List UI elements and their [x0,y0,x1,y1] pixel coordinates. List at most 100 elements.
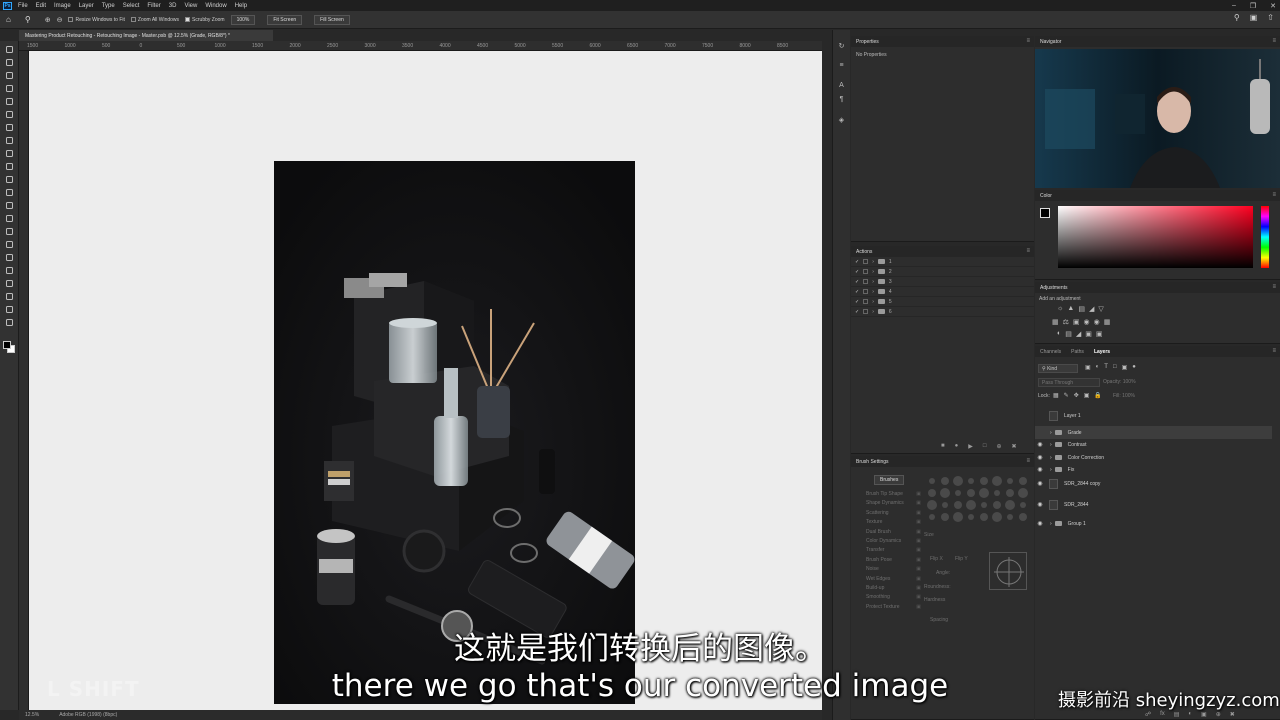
fill-screen-button[interactable]: Fill Screen [314,14,350,25]
document-tab[interactable]: Mastering Product Retouching - Retouchin… [19,30,273,41]
brush-tip-preset[interactable] [942,502,948,508]
dialog-toggle-icon[interactable] [863,309,869,314]
brush-tip-preset[interactable] [967,489,975,497]
lock-artboard-icon[interactable]: ▣ [1084,392,1090,399]
adjustment-layer-icon[interactable]: ◐ [1188,711,1192,718]
layer-filter-kind[interactable]: ⚲ Kind [1038,364,1078,373]
fill-field[interactable]: Fill: 100% [1113,393,1135,399]
brushes-button[interactable]: Brushes [874,475,905,485]
brush-option[interactable]: Build-up ▣ [866,585,921,594]
new-set-icon[interactable]: □ [983,443,987,450]
menu-image[interactable]: Image [54,3,71,9]
action-set-row[interactable]: ✓ › 1 [851,257,1034,267]
canvas-area[interactable] [29,51,822,710]
type-tool-icon[interactable] [5,253,14,262]
brush-option[interactable]: Protect Texture ▣ [866,604,921,613]
zoom-out-icon[interactable]: ⊖ [57,16,63,24]
stamp-tool-icon[interactable] [5,162,14,171]
eye-icon[interactable]: ◉ [1035,480,1045,487]
delete-icon[interactable]: ✖ [1012,443,1017,450]
brush-tip-preset[interactable] [954,501,962,509]
layer-row[interactable]: ◉ SDR_2844 [1035,498,1272,511]
play-icon[interactable]: ▶ [968,443,973,450]
check-icon[interactable]: ✓ [855,279,859,285]
properties-title[interactable]: Properties [856,39,879,45]
lasso-tool-icon[interactable] [5,71,14,80]
status-zoom[interactable]: 12.5% [25,712,39,718]
brush-tip-preset[interactable] [1019,477,1027,485]
brush-tip-preset[interactable] [980,513,988,521]
check-icon[interactable]: ✓ [855,269,859,275]
brush-tip-preset[interactable] [1007,478,1013,484]
brush-tip-grid[interactable] [924,474,1029,526]
tab-paths[interactable]: Paths [1071,349,1084,357]
pen-tool-icon[interactable] [5,240,14,249]
lock-icon[interactable]: ▣ [916,557,921,563]
lock-icon[interactable]: ▣ [916,519,921,525]
zoom-in-icon[interactable]: ⊕ [45,16,51,24]
lock-icon[interactable]: ▣ [916,529,921,535]
brush-tip-preset[interactable] [980,477,988,485]
eye-icon[interactable]: ◉ [1035,454,1045,461]
brush-tip-preset[interactable] [994,490,1000,496]
brush-tip-preset[interactable] [968,514,974,520]
action-set-row[interactable]: ✓ › 5 [851,297,1034,307]
menu-view[interactable]: View [184,3,197,9]
brush-option[interactable]: Wet Edges ▣ [866,576,921,585]
panel-menu-icon[interactable]: ≡ [1272,284,1276,290]
character-icon[interactable]: A [837,82,846,91]
layer-row[interactable]: ◉ SDR_2844 copy [1035,477,1272,490]
brush-tip-preset[interactable] [1018,488,1028,498]
dodge-tool-icon[interactable] [5,227,14,236]
smart-filter-icon[interactable]: ▣ [1122,364,1128,371]
share-icon[interactable]: ⇧ [1267,13,1274,22]
vibrance-icon[interactable]: ▽ [1098,305,1103,313]
brush-option[interactable]: Dual Brush ▣ [866,529,921,538]
flip-x-label[interactable]: Flip X [930,556,943,562]
frame-tool-icon[interactable] [5,110,14,119]
gradient-map-icon[interactable]: ▣ [1085,330,1092,338]
lock-icon[interactable]: ▣ [916,576,921,582]
menu-type[interactable]: Type [102,3,115,9]
menu-select[interactable]: Select [123,3,140,9]
brush-tip-preset[interactable] [1019,513,1027,521]
brightness-icon[interactable]: ☼ [1057,305,1063,313]
stop-icon[interactable]: ■ [941,443,945,450]
brush-tool-icon[interactable] [5,149,14,158]
curves-icon[interactable]: ▤ [1078,305,1085,313]
gradient-tool-icon[interactable] [5,201,14,210]
dialog-toggle-icon[interactable] [863,269,869,274]
close-icon[interactable]: ✕ [1270,2,1276,10]
brush-option[interactable]: Smoothing ▣ [866,594,921,603]
filter-toggle-icon[interactable]: ● [1132,364,1136,371]
posterize-icon[interactable]: ▤ [1065,330,1072,338]
brush-tip-preset[interactable] [953,512,963,522]
invert-icon[interactable]: ◐ [1057,330,1061,338]
menu-help[interactable]: Help [235,3,247,9]
more-tool-icon[interactable] [5,318,14,327]
shape-filter-icon[interactable]: □ [1113,364,1117,371]
bw-icon[interactable]: ▣ [1073,318,1080,326]
menu-edit[interactable]: Edit [36,3,46,9]
brush-tip-preset[interactable] [940,488,950,498]
brush-tip-preset[interactable] [1006,489,1014,497]
adjustment-filter-icon[interactable]: ◐ [1096,364,1100,371]
pixel-filter-icon[interactable]: ▣ [1085,364,1091,371]
menu-3d[interactable]: 3D [169,3,177,9]
levels-icon[interactable]: ▲ [1067,305,1074,313]
lock-icon[interactable]: ▣ [916,510,921,516]
check-icon[interactable]: ✓ [855,289,859,295]
brush-option[interactable]: Noise ▣ [866,566,921,575]
zoom-all-checkbox[interactable] [130,16,136,22]
foreground-color-swatch[interactable] [3,341,11,349]
layer-row[interactable]: ◉ › Group 1 [1035,517,1272,530]
panel-menu-icon[interactable]: ≡ [1026,248,1030,254]
new-layer-icon[interactable]: ⊕ [1216,711,1221,718]
brush-tip-preset[interactable] [953,476,963,486]
path-select-tool-icon[interactable] [5,266,14,275]
hue-slider[interactable] [1261,206,1269,268]
eye-icon[interactable]: ◉ [1035,441,1045,448]
healing-tool-icon[interactable] [5,136,14,145]
home-icon[interactable]: ⌂ [6,15,11,24]
tab-layers[interactable]: Layers [1094,349,1110,357]
